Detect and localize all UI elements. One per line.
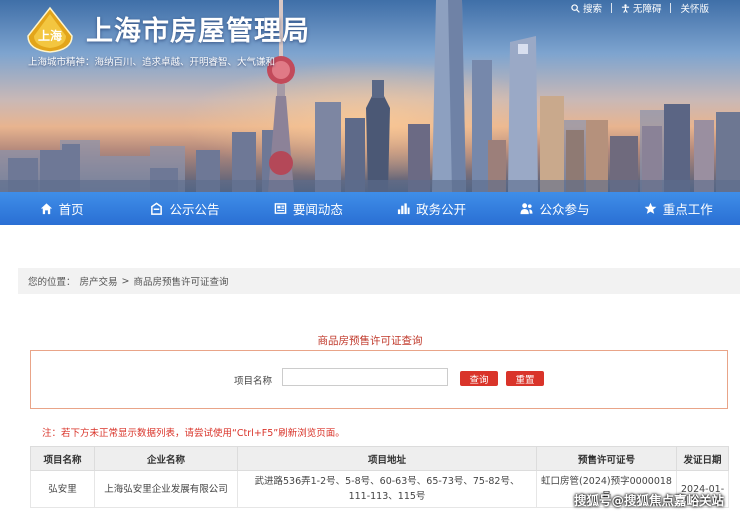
nav-item-gov-affairs[interactable]: 政务公开	[370, 192, 493, 225]
nav-item-key-work[interactable]: 重点工作	[617, 192, 740, 225]
search-link[interactable]: 搜索	[562, 1, 611, 15]
watermark-text: 搜狐号@搜狐焦点嘉峪关站	[573, 493, 724, 508]
cell-address: 武进路536弄1-2号、5-8号、60-63号、65-73号、75-82号、11…	[237, 470, 537, 508]
accessibility-link[interactable]: 无障碍	[612, 1, 671, 15]
nav-item-label: 要闻动态	[292, 202, 343, 217]
nav-item-label: 政务公开	[416, 202, 467, 217]
cell-project: 弘安里	[30, 470, 95, 508]
users-icon	[520, 203, 534, 215]
accessibility-link-label: 无障碍	[632, 4, 662, 15]
reset-button[interactable]: 重置	[506, 371, 544, 386]
city-spirit-text: 上海城市精神：海纳百川、追求卓越、开明睿智、大气谦和	[28, 57, 276, 68]
nav-item-label: 公示公告	[169, 202, 220, 217]
column-header-date: 发证日期	[676, 446, 729, 471]
cell-company: 上海弘安里企业发展有限公司	[94, 470, 238, 508]
search-link-label: 搜索	[582, 4, 602, 15]
column-header-address: 项目地址	[237, 446, 537, 471]
column-header-company: 企业名称	[94, 446, 238, 471]
search-button[interactable]: 查询	[460, 371, 498, 386]
star-icon	[644, 202, 657, 214]
breadcrumb-separator: >	[121, 275, 130, 287]
header-banner: 上海 上海市房屋管理局 上海城市精神：海纳百川、追求卓越、开明睿智、大气谦和 搜…	[0, 0, 740, 192]
top-links: 搜索 无障碍 关怀版	[562, 1, 718, 15]
refresh-note: 注：若下方未正常显示数据列表，请尝试使用“Ctrl+F5”刷新浏览页面。	[42, 428, 345, 439]
megaphone-icon	[151, 202, 163, 215]
breadcrumb-item-housing-trade[interactable]: 房产交易	[80, 274, 118, 288]
main-nav: 首页 公示公告 要闻动态 政务公开 公众参与 重点工作	[0, 192, 740, 225]
project-name-input[interactable]	[282, 368, 448, 386]
care-mode-link[interactable]: 关怀版	[671, 1, 718, 15]
site-title[interactable]: 上海市房屋管理局	[86, 9, 310, 48]
accessibility-icon	[621, 3, 630, 13]
nav-item-news[interactable]: 要闻动态	[247, 192, 370, 225]
project-name-label: 项目名称	[234, 376, 273, 387]
nav-item-announcements[interactable]: 公示公告	[123, 192, 246, 225]
search-icon	[571, 3, 580, 13]
nav-item-home[interactable]: 首页	[0, 192, 123, 225]
svg-text:上海: 上海	[38, 28, 62, 43]
column-header-permit: 预售许可证号	[536, 446, 677, 471]
bar-chart-icon	[398, 203, 410, 215]
breadcrumb-item-presale-permit[interactable]: 商品房预售许可证查询	[134, 274, 229, 288]
query-panel-title: 商品房预售许可证查询	[317, 335, 423, 347]
logo-emblem-icon: 上海	[27, 6, 73, 53]
nav-item-public-participation[interactable]: 公众参与	[493, 192, 616, 225]
nav-item-label: 首页	[58, 202, 84, 217]
nav-item-label: 重点工作	[662, 202, 713, 217]
news-icon	[274, 203, 287, 214]
breadcrumb-prefix: 您的位置：	[28, 277, 76, 288]
column-header-project: 项目名称	[30, 446, 95, 471]
table-header-row: 项目名称 企业名称 项目地址 预售许可证号 发证日期	[30, 446, 729, 471]
care-mode-link-label: 关怀版	[680, 4, 709, 15]
home-icon	[40, 203, 52, 215]
breadcrumb: 您的位置： 房产交易 > 商品房预售许可证查询	[18, 268, 740, 294]
query-panel: 项目名称 查询 重置	[30, 350, 728, 409]
nav-item-label: 公众参与	[539, 202, 590, 217]
